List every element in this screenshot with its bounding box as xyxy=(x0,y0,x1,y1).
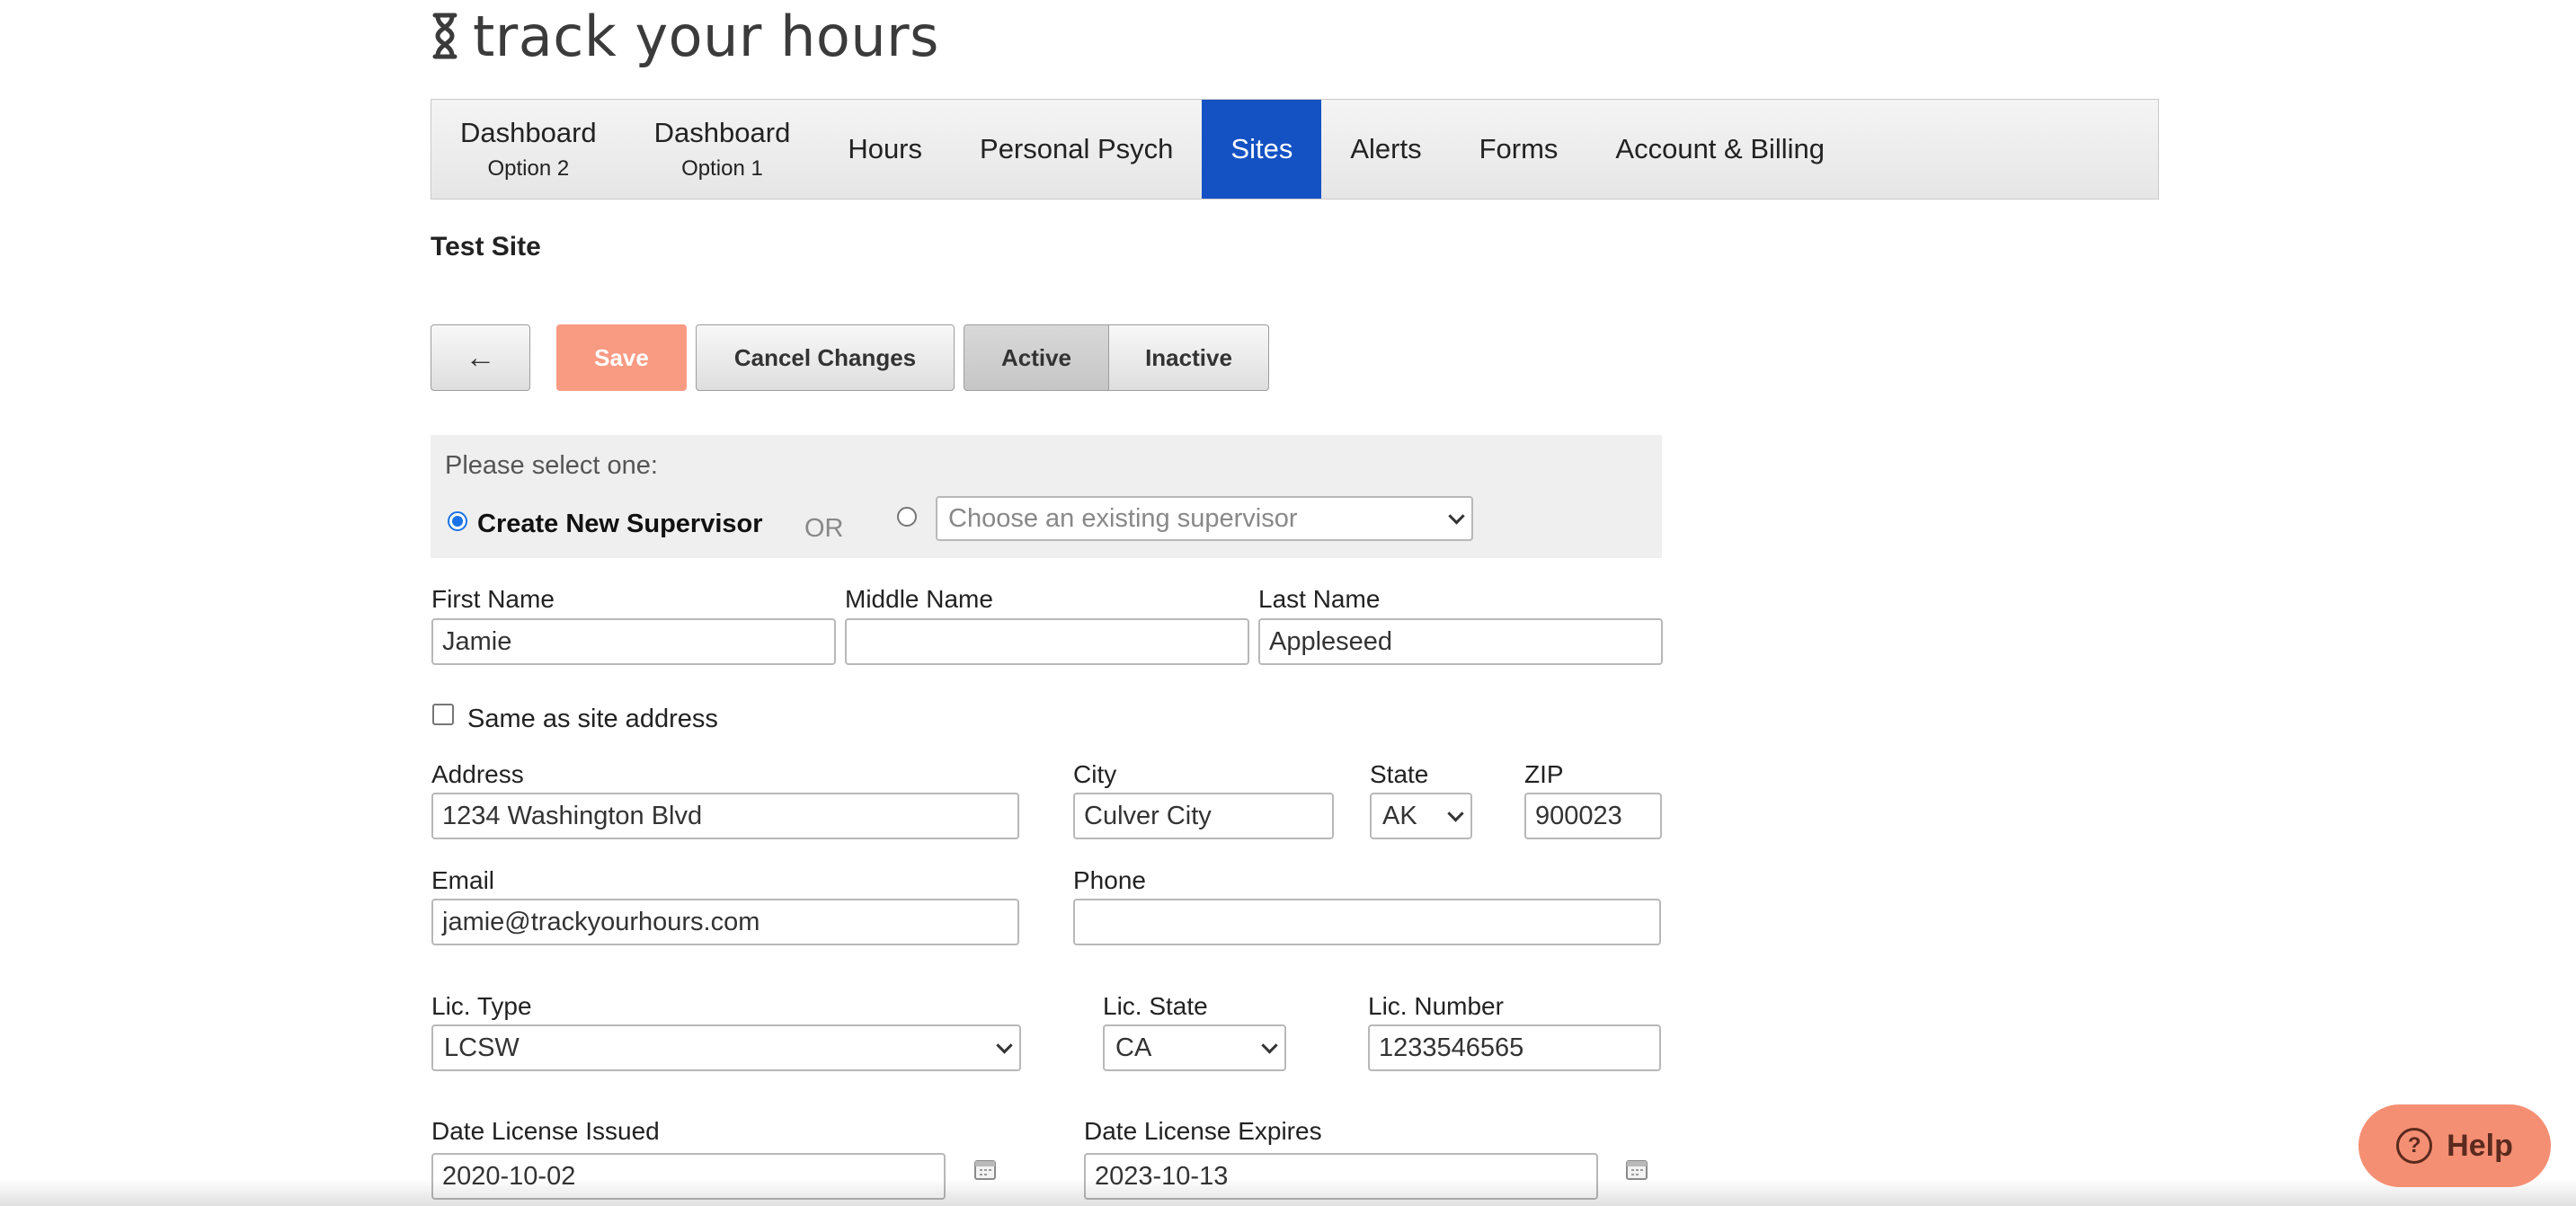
same-address-label[interactable]: Same as site address xyxy=(467,705,718,734)
address-label: Address xyxy=(431,760,524,788)
existing-supervisor-select[interactable]: Choose an existing supervisor xyxy=(936,496,1473,541)
create-supervisor-label[interactable]: Create New Supervisor xyxy=(477,510,763,539)
state-label: State xyxy=(1370,760,1429,788)
calendar-icon[interactable] xyxy=(973,1157,997,1181)
nav-label: Personal Psych xyxy=(980,133,1174,164)
lic-type-label: Lic. Type xyxy=(431,992,532,1020)
create-supervisor-radio[interactable] xyxy=(448,511,467,531)
last-name-label: Last Name xyxy=(1258,585,1381,613)
email-field[interactable]: jamie@trackyourhours.com xyxy=(431,899,1019,945)
chevron-down-icon xyxy=(1447,805,1464,822)
nav-dashboard-option-1[interactable]: Dashboard Option 1 xyxy=(626,100,820,199)
nav-sublabel: Option 2 xyxy=(487,156,570,181)
help-button[interactable]: ? Help xyxy=(2358,1104,2551,1187)
state-select-value: AK xyxy=(1382,801,1417,830)
first-name-field[interactable]: Jamie xyxy=(431,618,836,665)
lic-type-value: LCSW xyxy=(444,1033,520,1062)
brand-logo[interactable]: track your hours xyxy=(430,3,939,69)
lic-state-label: Lic. State xyxy=(1103,992,1208,1020)
save-button[interactable]: Save xyxy=(556,324,687,391)
chevron-down-icon xyxy=(1261,1037,1278,1054)
existing-supervisor-radio[interactable] xyxy=(897,507,917,527)
lic-state-select[interactable]: CA xyxy=(1103,1024,1286,1071)
nav-alerts[interactable]: Alerts xyxy=(1321,100,1450,199)
nav-personal-psych[interactable]: Personal Psych xyxy=(951,100,1202,199)
help-label: Help xyxy=(2447,1128,2513,1163)
nav-sublabel: Option 1 xyxy=(681,156,763,181)
main-nav: Dashboard Option 2 Dashboard Option 1 Ho… xyxy=(431,99,2159,200)
lic-state-value: CA xyxy=(1115,1033,1152,1062)
address-field[interactable]: 1234 Washington Blvd xyxy=(431,793,1019,839)
existing-supervisor-placeholder: Choose an existing supervisor xyxy=(948,503,1298,533)
lic-number-field[interactable]: 1233546565 xyxy=(1368,1024,1661,1071)
back-button[interactable]: ← xyxy=(431,324,530,391)
supervisor-select-prompt: Please select one: xyxy=(445,451,658,480)
brand-name: track your hours xyxy=(473,3,939,69)
calendar-icon[interactable] xyxy=(1625,1157,1648,1181)
active-toggle-button[interactable]: Active xyxy=(964,324,1109,391)
city-field[interactable]: Culver City xyxy=(1073,793,1334,839)
page-bottom-shadow xyxy=(0,1179,2576,1206)
date-issued-label: Date License Issued xyxy=(431,1117,660,1145)
nav-label: Hours xyxy=(848,133,923,164)
middle-name-field[interactable] xyxy=(845,618,1249,665)
nav-label: Alerts xyxy=(1350,133,1422,164)
page-title: Test Site xyxy=(431,232,541,262)
or-separator: OR xyxy=(804,514,844,543)
date-expires-label: Date License Expires xyxy=(1084,1117,1322,1145)
middle-name-label: Middle Name xyxy=(845,585,993,613)
lic-type-select[interactable]: LCSW xyxy=(431,1024,1021,1071)
same-address-checkbox[interactable] xyxy=(432,704,454,725)
phone-label: Phone xyxy=(1073,866,1146,894)
nav-label: Forms xyxy=(1479,133,1559,164)
nav-label: Sites xyxy=(1230,133,1293,164)
nav-dashboard-option-2[interactable]: Dashboard Option 2 xyxy=(431,100,626,199)
nav-forms[interactable]: Forms xyxy=(1451,100,1587,199)
nav-account-billing[interactable]: Account & Billing xyxy=(1586,100,1853,199)
question-circle-icon: ? xyxy=(2396,1128,2433,1164)
last-name-field[interactable]: Appleseed xyxy=(1258,618,1663,665)
phone-field[interactable] xyxy=(1073,899,1661,945)
first-name-label: First Name xyxy=(431,585,555,613)
nav-label: Dashboard xyxy=(653,117,791,148)
state-select[interactable]: AK xyxy=(1370,793,1472,839)
nav-label: Dashboard xyxy=(460,117,597,148)
chevron-down-icon xyxy=(1448,508,1465,525)
inactive-toggle-button[interactable]: Inactive xyxy=(1108,324,1269,391)
nav-hours[interactable]: Hours xyxy=(819,100,951,199)
zip-label: ZIP xyxy=(1524,760,1564,788)
nav-label: Account & Billing xyxy=(1615,133,1825,164)
lic-number-label: Lic. Number xyxy=(1368,992,1504,1020)
nav-sites[interactable]: Sites xyxy=(1202,100,1322,199)
email-label: Email xyxy=(431,866,495,894)
cancel-changes-button[interactable]: Cancel Changes xyxy=(696,324,955,391)
zip-field[interactable]: 900023 xyxy=(1524,793,1662,839)
chevron-down-icon xyxy=(996,1037,1013,1054)
city-label: City xyxy=(1073,760,1117,788)
hourglass-icon xyxy=(432,13,457,59)
